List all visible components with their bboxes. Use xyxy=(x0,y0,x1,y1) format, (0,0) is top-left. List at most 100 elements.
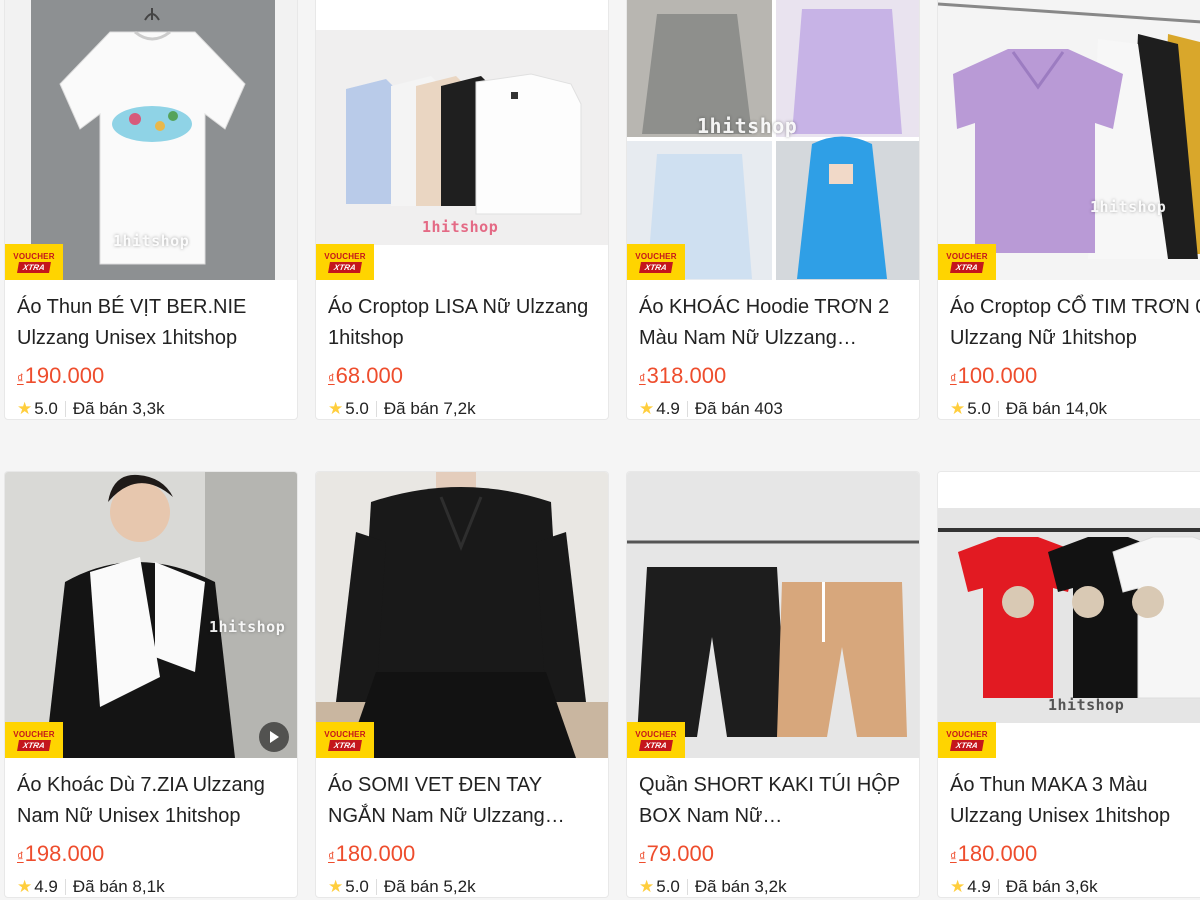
price: ₫ 198.000 xyxy=(17,841,285,867)
rating-value: 4.9 xyxy=(656,399,680,418)
voucher-xtra-badge: VOUCHER XTRA xyxy=(627,244,685,280)
product-title[interactable]: Áo Croptop CỔ TIM TRƠN 01 Ulzzang Nữ 1hi… xyxy=(950,292,1200,354)
product-title[interactable]: Áo Khoác Dù 7.ZIA Ulzzang Nam Nữ Unisex … xyxy=(17,770,285,832)
star-icon: ★ xyxy=(17,877,33,896)
product-image[interactable]: 1hitshop VOUCHER XTRA xyxy=(938,0,1200,280)
voucher-xtra-badge: VOUCHER XTRA xyxy=(5,244,63,280)
product-card[interactable]: 1hitshop VOUCHER XTRA Áo Thun MAKA 3 Màu… xyxy=(937,471,1200,898)
product-image[interactable]: 1hitshop VOUCHER XTRA xyxy=(5,0,297,280)
price-value: 318.000 xyxy=(646,363,727,388)
product-title[interactable]: Áo SOMI VET ĐEN TAY NGẮN Nam Nữ Ulzzang… xyxy=(328,770,596,832)
currency-symbol: ₫ xyxy=(17,371,24,386)
product-title[interactable]: Áo Thun MAKA 3 Màu Ulzzang Unisex 1hitsh… xyxy=(950,770,1200,832)
voucher-label: VOUCHER xyxy=(13,729,55,739)
product-title[interactable]: Áo Thun BÉ VỊT BER.NIE Ulzzang Unisex 1h… xyxy=(17,292,285,354)
xtra-label: XTRA xyxy=(950,261,984,273)
product-card[interactable]: 1hitshop VOUCHER XTRA Áo Khoác Dù 7.ZIA … xyxy=(4,471,298,898)
sold-count: Đã bán 3,6k xyxy=(1005,877,1098,896)
star-icon: ★ xyxy=(17,399,33,418)
price: ₫ 180.000 xyxy=(328,841,596,867)
rating-value: 5.0 xyxy=(345,399,369,418)
rating-sold-row: ★ 5.0 Đã bán 3,2k xyxy=(639,877,907,897)
xtra-label: XTRA xyxy=(328,739,362,751)
price: ₫ 190.000 xyxy=(17,363,285,389)
price: ₫ 318.000 xyxy=(639,363,907,389)
voucher-xtra-badge: VOUCHER XTRA xyxy=(627,722,685,758)
voucher-label: VOUCHER xyxy=(324,251,366,261)
play-icon xyxy=(270,731,279,743)
product-image[interactable]: 1hitshop VOUCHER XTRA xyxy=(316,0,608,280)
rating-sold-row: ★ 4.9 Đã bán 403 xyxy=(639,399,907,419)
star-icon: ★ xyxy=(328,399,344,418)
rating-value: 5.0 xyxy=(34,399,58,418)
star-icon: ★ xyxy=(950,399,966,418)
voucher-label: VOUCHER xyxy=(946,251,988,261)
rating-sold-row: ★ 5.0 Đã bán 7,2k xyxy=(328,399,596,419)
rating-sold-row: ★ 4.9 Đã bán 3,6k xyxy=(950,877,1200,897)
voucher-label: VOUCHER xyxy=(635,729,677,739)
divider xyxy=(64,401,66,417)
price: ₫ 180.000 xyxy=(950,841,1200,867)
rating-sold-row: ★ 5.0 Đã bán 5,2k xyxy=(328,877,596,897)
divider xyxy=(997,401,999,417)
currency-symbol: ₫ xyxy=(639,849,646,864)
product-image[interactable]: VOUCHER XTRA xyxy=(627,472,919,758)
sold-count: Đã bán 403 xyxy=(694,399,783,418)
shop-watermark: 1hitshop xyxy=(1048,696,1125,714)
sold-count: Đã bán 5,2k xyxy=(383,877,476,896)
rating-value: 5.0 xyxy=(656,877,680,896)
shop-watermark: 1hitshop xyxy=(1090,198,1167,216)
sold-count: Đã bán 7,2k xyxy=(383,399,476,418)
sold-count: Đã bán 3,3k xyxy=(72,399,165,418)
product-image[interactable]: VOUCHER XTRA xyxy=(316,472,608,758)
product-image[interactable]: 1hitshop VOUCHER XTRA xyxy=(5,472,297,758)
price-value: 180.000 xyxy=(335,841,416,866)
currency-symbol: ₫ xyxy=(17,849,24,864)
rating-value: 4.9 xyxy=(967,877,991,896)
shop-watermark: 1hitshop xyxy=(113,232,190,250)
product-card[interactable]: 1hitshop VOUCHER XTRA Áo Croptop LISA Nữ… xyxy=(315,0,609,420)
xtra-label: XTRA xyxy=(639,739,673,751)
product-card[interactable]: 1hitshop VOUCHER XTRA Áo Croptop CỔ TIM … xyxy=(937,0,1200,420)
currency-symbol: ₫ xyxy=(639,371,646,386)
product-card[interactable]: VOUCHER XTRA Áo SOMI VET ĐEN TAY NGẮN Na… xyxy=(315,471,609,898)
rating-sold-row: ★ 5.0 Đã bán 14,0k xyxy=(950,399,1200,419)
rating-value: 5.0 xyxy=(345,877,369,896)
product-title[interactable]: Áo KHOÁC Hoodie TRƠN 2 Màu Nam Nữ Ulzzan… xyxy=(639,292,907,354)
voucher-xtra-badge: VOUCHER XTRA xyxy=(316,244,374,280)
price-value: 68.000 xyxy=(335,363,403,388)
currency-symbol: ₫ xyxy=(950,849,957,864)
sold-count: Đã bán 8,1k xyxy=(72,877,165,896)
shop-watermark: 1hitshop xyxy=(209,618,286,636)
product-card[interactable]: 1hitshop VOUCHER XTRA Áo Thun BÉ VỊT BER… xyxy=(4,0,298,420)
divider xyxy=(997,879,999,895)
voucher-label: VOUCHER xyxy=(13,251,55,261)
voucher-xtra-badge: VOUCHER XTRA xyxy=(938,244,996,280)
voucher-label: VOUCHER xyxy=(635,251,677,261)
price-value: 180.000 xyxy=(957,841,1038,866)
star-icon: ★ xyxy=(950,877,966,896)
sold-count: Đã bán 14,0k xyxy=(1005,399,1108,418)
divider xyxy=(375,401,377,417)
voucher-xtra-badge: VOUCHER XTRA xyxy=(316,722,374,758)
shop-watermark: 1hitshop xyxy=(422,218,499,236)
video-play-button[interactable] xyxy=(259,722,289,752)
xtra-label: XTRA xyxy=(328,261,362,273)
price-value: 100.000 xyxy=(957,363,1038,388)
voucher-xtra-badge: VOUCHER XTRA xyxy=(938,722,996,758)
price-value: 190.000 xyxy=(24,363,105,388)
divider xyxy=(686,879,688,895)
product-image[interactable]: 1hitshop VOUCHER XTRA xyxy=(627,0,919,280)
product-title[interactable]: Quần SHORT KAKI TÚI HỘP BOX Nam Nữ… xyxy=(639,770,907,832)
voucher-xtra-badge: VOUCHER XTRA xyxy=(5,722,63,758)
divider xyxy=(686,401,688,417)
price: ₫ 79.000 xyxy=(639,841,907,867)
product-title[interactable]: Áo Croptop LISA Nữ Ulzzang 1hitshop xyxy=(328,292,596,354)
xtra-label: XTRA xyxy=(17,261,51,273)
product-card[interactable]: 1hitshop VOUCHER XTRA Áo KHOÁC Hoodie TR… xyxy=(626,0,920,420)
rating-sold-row: ★ 4.9 Đã bán 8,1k xyxy=(17,877,285,897)
price-value: 198.000 xyxy=(24,841,105,866)
product-card[interactable]: VOUCHER XTRA Quần SHORT KAKI TÚI HỘP BOX… xyxy=(626,471,920,898)
price-value: 79.000 xyxy=(646,841,714,866)
product-image[interactable]: 1hitshop VOUCHER XTRA xyxy=(938,472,1200,758)
